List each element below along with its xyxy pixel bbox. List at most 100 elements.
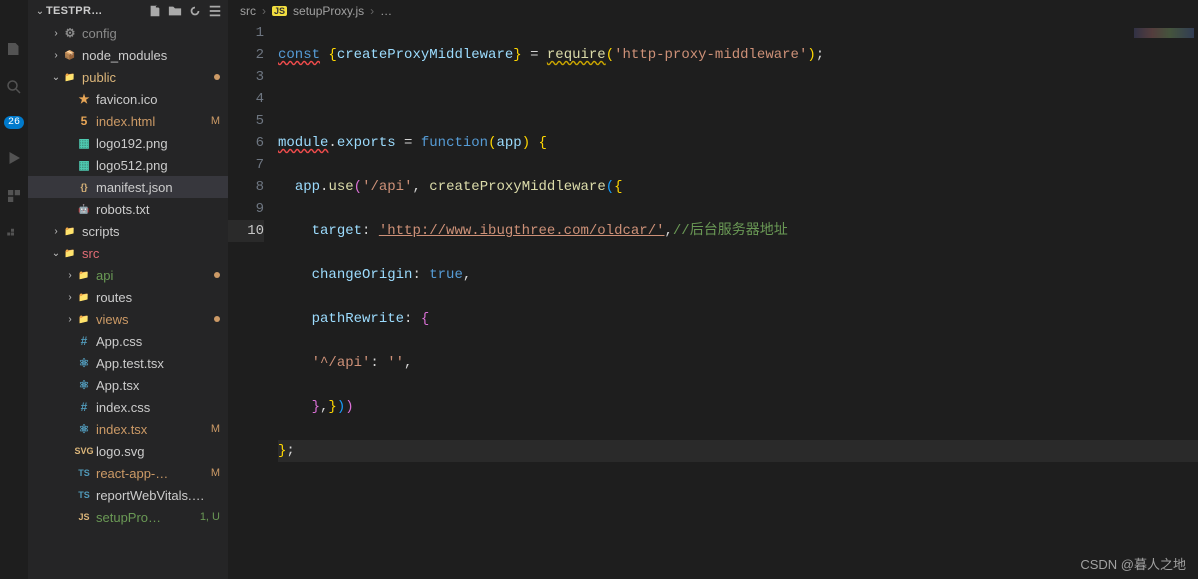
breadcrumb-folder[interactable]: src [240,4,256,18]
modified-dot-icon [214,316,220,322]
tree-item-label: config [82,26,220,41]
tree-item[interactable]: ▦ logo192.png [28,132,228,154]
tree-item-label: manifest.json [96,180,220,195]
tree-item[interactable]: ›📁 scripts [28,220,228,242]
tree-item[interactable]: ⚛index.tsxM [28,418,228,440]
tree-item[interactable]: TSreact-app-…M [28,462,228,484]
chevron-right-icon[interactable]: › [50,50,62,61]
js-icon: JS [272,6,287,16]
tree-item-label: node_modules [82,48,220,63]
tree-item-label: setupPro… [96,510,196,525]
chevron-right-icon: › [370,4,374,18]
chevron-right-icon: › [262,4,266,18]
tree-item-label: scripts [82,224,220,239]
tree-item[interactable]: ⚛App.test.tsx [28,352,228,374]
tree-item-label: App.css [96,334,220,349]
new-file-icon[interactable] [148,4,162,18]
chevron-down-icon[interactable]: ⌄ [50,72,62,83]
tree-item[interactable]: ▦logo512.png [28,154,228,176]
tree-item[interactable]: ›⚙config [28,22,228,44]
breadcrumb-file[interactable]: setupProxy.js [293,4,364,18]
minimap[interactable] [1134,28,1194,38]
tree-item[interactable]: #App.css [28,330,228,352]
files-icon[interactable] [5,40,23,58]
file-icon: 5 [76,114,92,128]
chevron-down-icon[interactable]: ⌄ [50,248,62,259]
modified-dot-icon [214,74,220,80]
git-status-badge: M [207,115,220,127]
code-editor[interactable]: 12345678910 const {createProxyMiddleware… [228,22,1198,579]
tree-item[interactable]: 5 index.htmlM [28,110,228,132]
chevron-right-icon[interactable]: › [50,226,62,237]
tree-item-label: logo192.png [96,136,220,151]
file-icon: {} [76,182,92,192]
tree-item[interactable]: ›📁 api [28,264,228,286]
file-tree[interactable]: ›⚙config›📦node_modules⌄📁public★favicon.i… [28,22,228,579]
tree-item-label: logo.svg [96,444,220,459]
tree-item-label: reportWebVitals.… [96,488,220,503]
line-gutter: 12345678910 [228,22,278,579]
file-icon: 📁 [76,314,92,325]
tree-item-label: routes [96,290,220,305]
file-icon: TS [76,468,92,478]
scm-badge[interactable]: 26 [4,116,24,129]
file-icon: ★ [76,92,92,106]
tree-item-label: src [82,246,220,261]
code-content[interactable]: const {createProxyMiddleware} = require(… [278,22,1198,579]
git-status-badge: 1, U [196,511,220,523]
editor-pane: src › JS setupProxy.js › … 12345678910 c… [228,0,1198,579]
tree-item[interactable]: SVGlogo.svg [28,440,228,462]
file-icon: ⚛ [76,356,92,370]
tree-item-label: api [96,268,210,283]
search-icon[interactable] [5,78,23,96]
explorer-sidebar: ⌄ TESTPR… ›⚙config›📦node_modules⌄📁public… [28,0,228,579]
explorer-header[interactable]: ⌄ TESTPR… [28,0,228,22]
tree-item-label: favicon.ico [96,92,220,107]
modified-dot-icon [214,272,220,278]
tree-item-label: index.css [96,400,220,415]
tree-item-label: public [82,70,210,85]
tree-item[interactable]: ⌄📁public [28,66,228,88]
activity-bar: 26 [0,0,28,579]
new-folder-icon[interactable] [168,4,182,18]
file-icon: # [76,400,92,414]
watermark: CSDN @暮人之地 [1080,554,1186,573]
tree-item-label: views [96,312,210,327]
breadcrumb-more[interactable]: … [380,4,392,18]
tree-item[interactable]: ›📁 routes [28,286,228,308]
file-icon: 📁 [76,270,92,281]
tree-item[interactable]: ›📦node_modules [28,44,228,66]
tree-item[interactable]: 🤖 robots.txt [28,198,228,220]
file-icon: JS [76,512,92,522]
file-icon: 📁 [62,226,78,237]
chevron-right-icon[interactable]: › [50,28,62,39]
extensions-icon[interactable] [5,187,23,205]
tree-item[interactable]: ⌄📁src [28,242,228,264]
file-icon: 📁 [76,292,92,303]
chevron-down-icon: ⌄ [34,6,46,17]
git-status-badge: M [207,467,220,479]
file-icon: TS [76,490,92,500]
tree-item[interactable]: TS reportWebVitals.… [28,484,228,506]
file-icon: ▦ [76,136,92,150]
collapse-icon[interactable] [208,4,222,18]
project-title: TESTPR… [46,5,142,17]
breadcrumb[interactable]: src › JS setupProxy.js › … [228,0,1198,22]
tree-item-label: index.tsx [96,422,207,437]
tree-item[interactable]: {} manifest.json [28,176,228,198]
refresh-icon[interactable] [188,4,202,18]
debug-icon[interactable] [5,149,23,167]
tree-item[interactable]: # index.css [28,396,228,418]
docker-icon[interactable] [5,225,23,243]
file-icon: ▦ [76,158,92,172]
tree-item[interactable]: JS setupPro…1, U [28,506,228,528]
file-icon: 🤖 [76,204,92,215]
chevron-right-icon[interactable]: › [64,292,76,303]
chevron-right-icon[interactable]: › [64,270,76,281]
tree-item[interactable]: ›📁 views [28,308,228,330]
tree-item[interactable]: ★ favicon.ico [28,88,228,110]
chevron-right-icon[interactable]: › [64,314,76,325]
tree-item[interactable]: ⚛App.tsx [28,374,228,396]
tree-item-label: robots.txt [96,202,220,217]
tree-item-label: index.html [96,114,207,129]
